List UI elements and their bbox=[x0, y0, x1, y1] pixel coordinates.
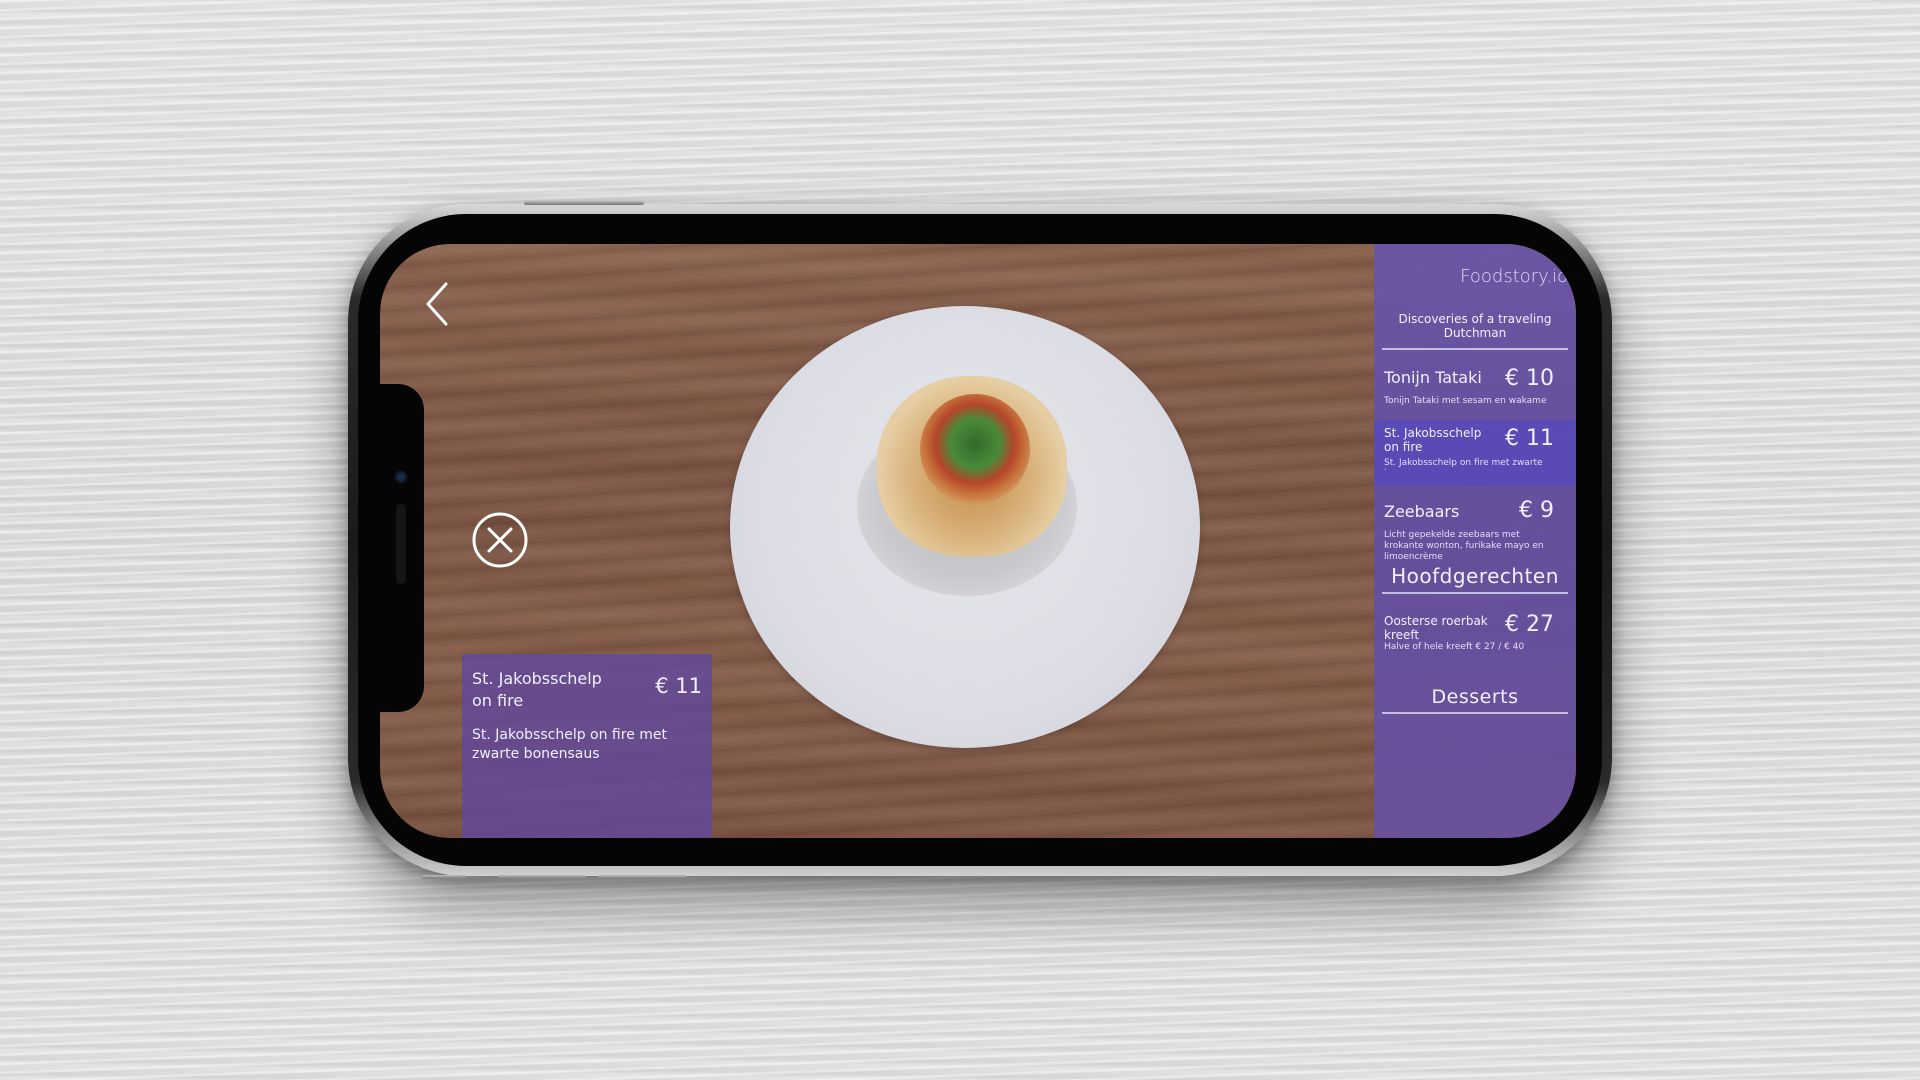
phone-volume-down bbox=[598, 875, 686, 879]
section-heading-mains[interactable]: Hoofdgerechten bbox=[1374, 564, 1576, 588]
brand-logo: Foodstory.io bbox=[1460, 266, 1568, 287]
close-circle-icon bbox=[472, 512, 528, 568]
menu-item-name: Oosterse roerbak kreeft bbox=[1384, 614, 1488, 642]
menu-item-description: St. Jakobsschelp on fire met zwarte bone… bbox=[1384, 458, 1543, 470]
menu-item-price: € 9 bbox=[1519, 498, 1554, 523]
phone-frame: St. Jakobsschelp on fire € 11 St. Jakobs… bbox=[348, 201, 1612, 879]
menu-divider bbox=[1382, 712, 1568, 714]
menu-item-price: € 10 bbox=[1505, 366, 1554, 391]
selected-dish-card: St. Jakobsschelp on fire € 11 St. Jakobs… bbox=[462, 654, 712, 838]
app-screen: St. Jakobsschelp on fire € 11 St. Jakobs… bbox=[380, 244, 1576, 838]
earpiece-speaker bbox=[396, 504, 406, 584]
dish-food-image bbox=[920, 394, 1030, 504]
menu-item-description: Halve of hele kreeft € 27 / € 40 bbox=[1384, 642, 1525, 652]
menu-item-description: Tonijn Tataki met sesam en wakame bbox=[1384, 396, 1547, 406]
front-camera bbox=[394, 470, 408, 484]
menu-item-name: Tonijn Tataki bbox=[1384, 368, 1482, 387]
menu-item-tonijn-tataki[interactable]: Tonijn Tataki € 10 Tonijn Tataki met ses… bbox=[1374, 362, 1576, 420]
menu-item-zeebaars[interactable]: Zeebaars € 9 Licht gepekelde zeebaars me… bbox=[1374, 492, 1576, 562]
close-button[interactable] bbox=[470, 510, 530, 570]
menu-item-price: € 27 bbox=[1505, 612, 1554, 637]
phone-notch bbox=[380, 384, 424, 712]
menu-item-name: St. Jakobsschelp on fire bbox=[1384, 426, 1482, 454]
back-button[interactable] bbox=[418, 278, 458, 330]
selected-dish-price: € 11 bbox=[655, 674, 702, 698]
menu-panel: Foodstory.io Discoveries of a traveling … bbox=[1374, 244, 1576, 838]
menu-divider bbox=[1382, 348, 1568, 350]
menu-item-price: € 11 bbox=[1505, 426, 1554, 451]
phone-volume-up bbox=[498, 875, 586, 879]
selected-dish-name: St. Jakobsschelp on fire bbox=[472, 669, 602, 710]
section-heading-desserts[interactable]: Desserts bbox=[1374, 686, 1576, 708]
menu-item-oosterse-roerbak-kreeft[interactable]: Oosterse roerbak kreeft € 27 Halve of he… bbox=[1374, 606, 1576, 666]
menu-item-st-jakobsschelp[interactable]: St. Jakobsschelp on fire € 11 St. Jakobs… bbox=[1374, 420, 1576, 486]
phone-top-button bbox=[524, 201, 644, 205]
menu-item-description: Licht gepekelde zeebaars met krokante wo… bbox=[1384, 530, 1544, 562]
menu-divider bbox=[1382, 592, 1568, 594]
phone-mute-switch bbox=[422, 875, 466, 879]
brand-tagline: Discoveries of a traveling Dutchman bbox=[1398, 312, 1552, 340]
menu-item-name: Zeebaars bbox=[1384, 502, 1460, 521]
chevron-left-icon bbox=[426, 282, 448, 326]
selected-dish-description: St. Jakobsschelp on fire met zwarte bone… bbox=[472, 727, 668, 762]
